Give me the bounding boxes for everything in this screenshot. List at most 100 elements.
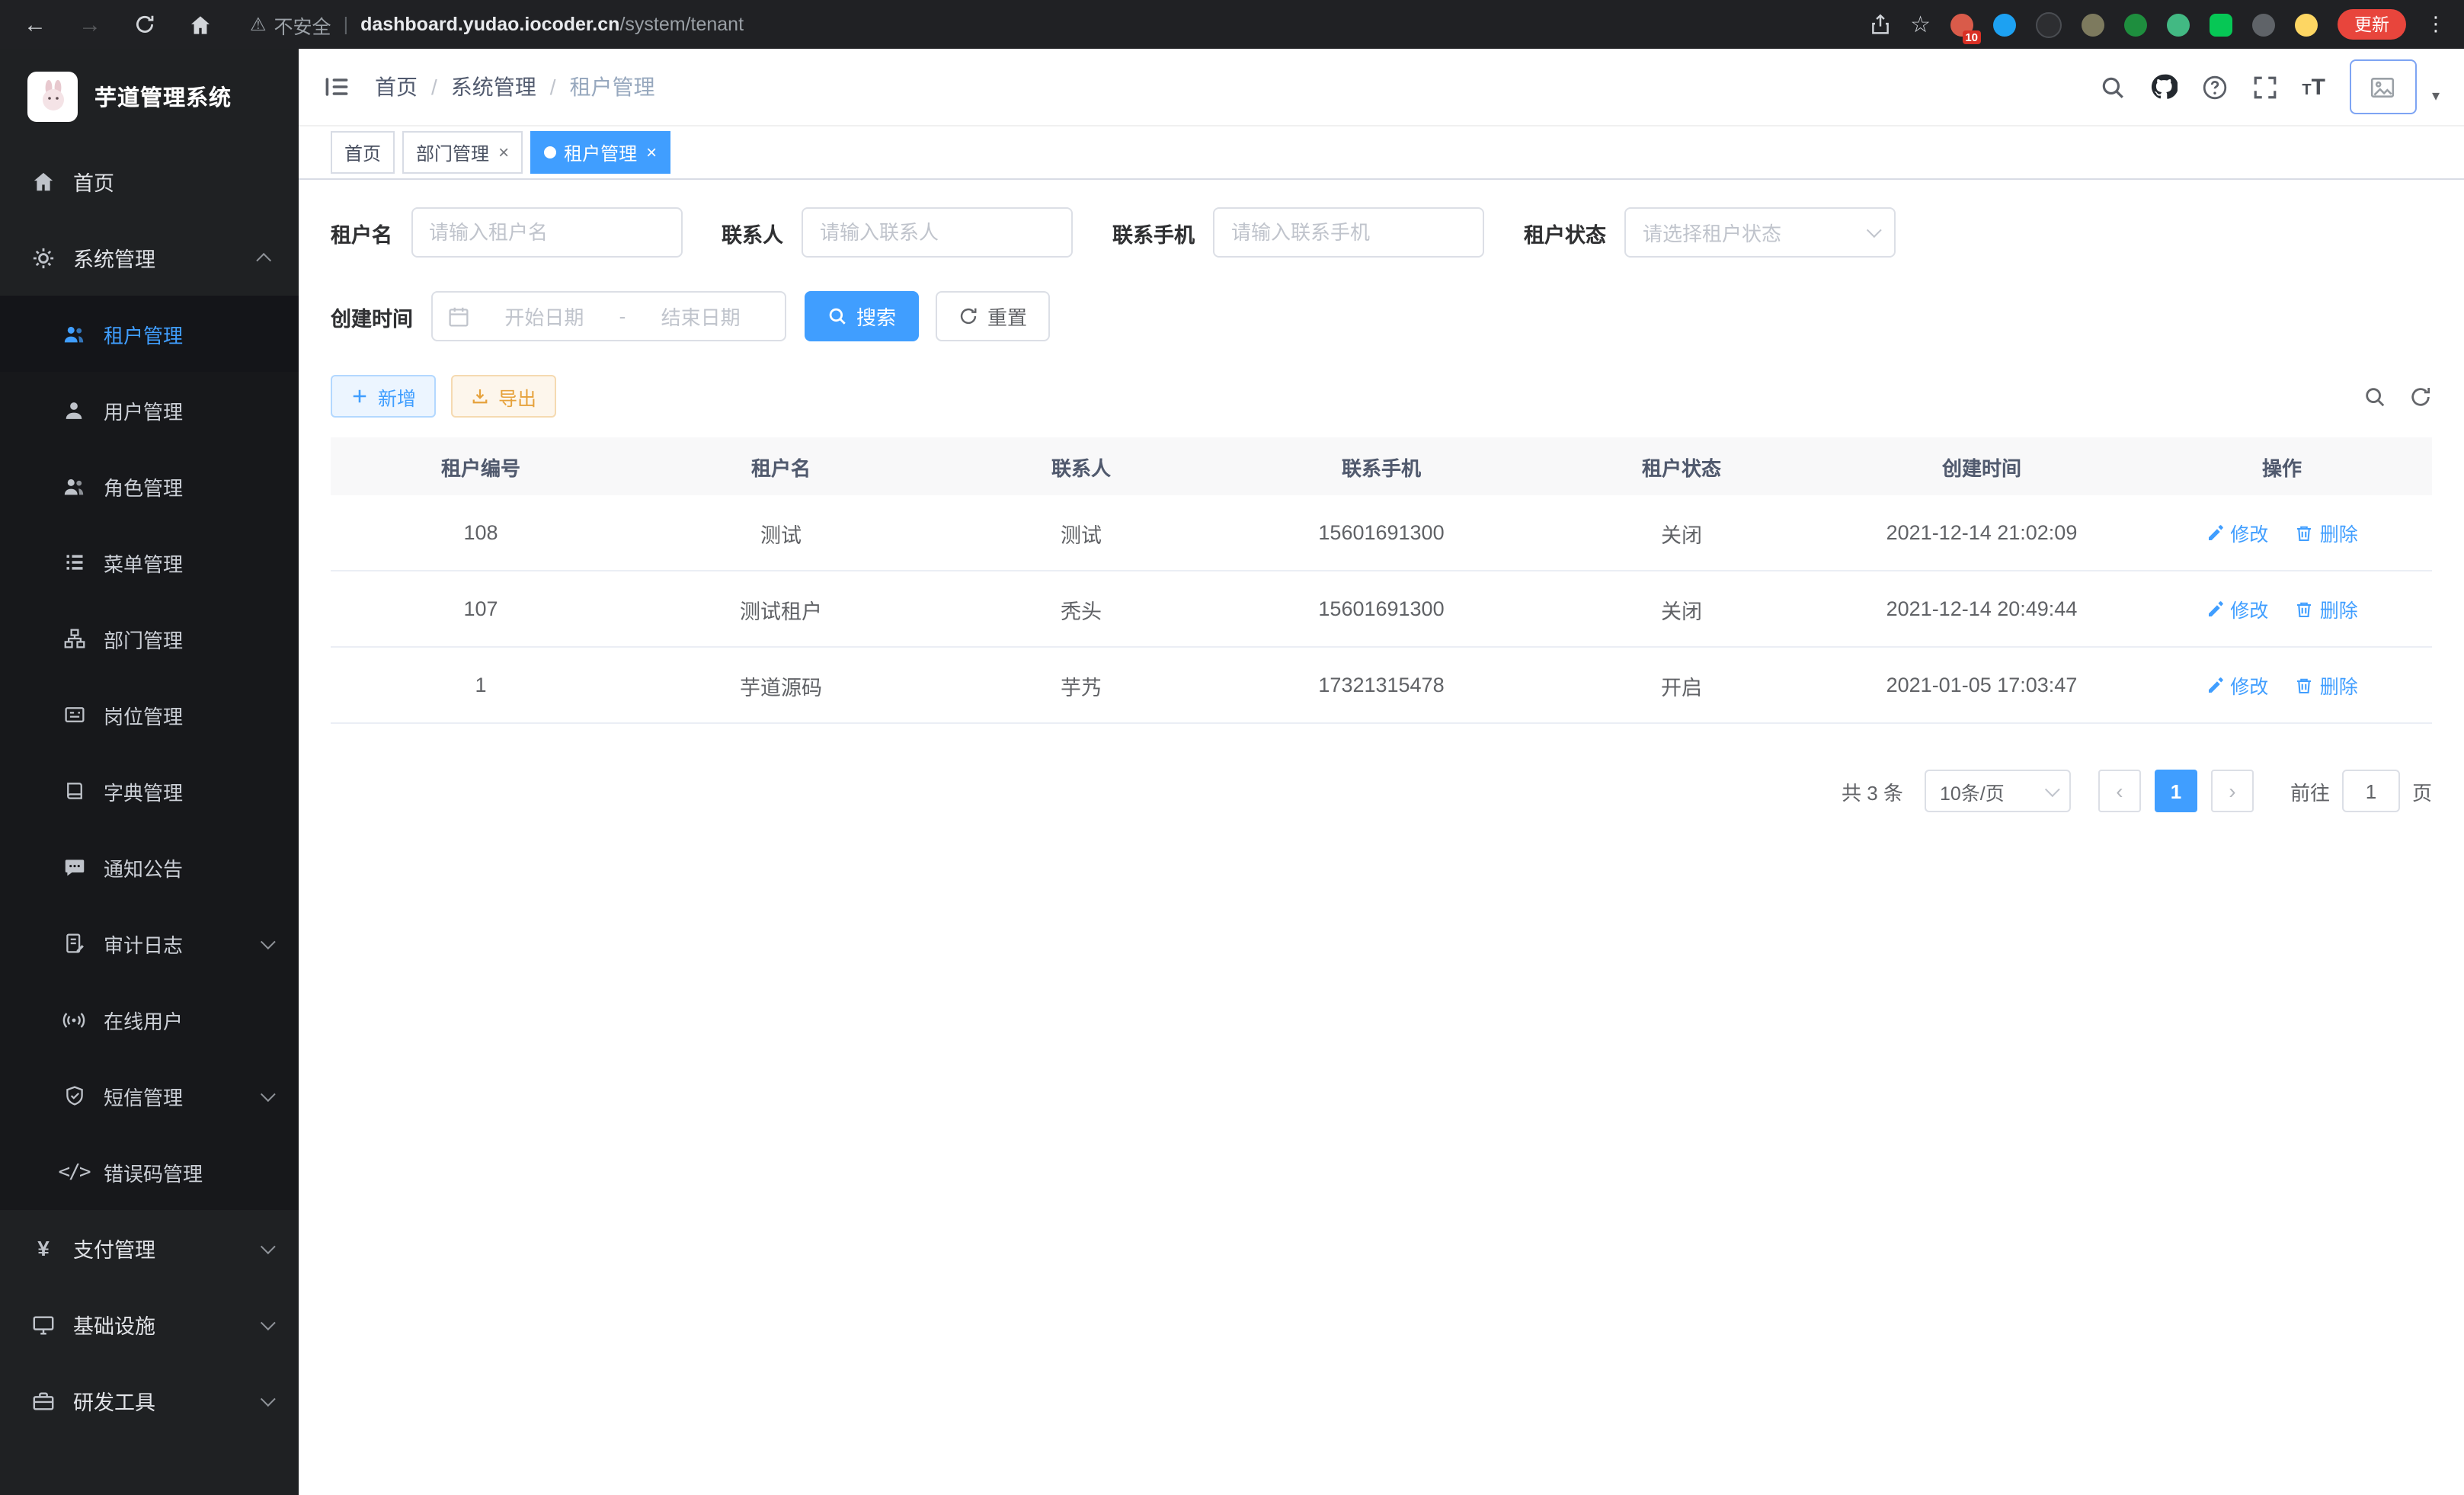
prev-page-button[interactable]: ‹ [2098, 770, 2141, 812]
avatar[interactable] [2350, 59, 2417, 114]
cell-created: 2021-01-05 17:03:47 [1832, 647, 2132, 723]
tab-label: 首页 [344, 139, 381, 165]
export-button[interactable]: 导出 [451, 375, 556, 418]
extension-icon-1[interactable]: 10 [1950, 13, 1973, 36]
tags-view: 首页 部门管理 × 租户管理 × [299, 126, 2464, 180]
extension-badge: 10 [1962, 30, 1981, 43]
contact-input[interactable] [802, 207, 1073, 258]
extension-icon-6[interactable] [2167, 13, 2190, 36]
tab-home[interactable]: 首页 [331, 131, 395, 174]
date-range-picker[interactable]: 开始日期 - 结束日期 [431, 291, 786, 341]
phone-input[interactable] [1213, 207, 1484, 258]
cell-actions: 修改 删除 [2132, 571, 2432, 647]
logo-image [27, 71, 78, 121]
edit-link[interactable]: 修改 [2206, 594, 2268, 623]
tab-tenant[interactable]: 租户管理 × [530, 131, 670, 174]
sidebar-item-error-code[interactable]: </> 错误码管理 [0, 1134, 299, 1210]
search-button-label: 搜索 [856, 302, 896, 331]
sidebar-item-label: 错误码管理 [104, 1157, 203, 1186]
status-select[interactable]: 请选择租户状态 [1624, 207, 1896, 258]
edit-label: 修改 [2230, 594, 2268, 623]
delete-link[interactable]: 删除 [2296, 518, 2358, 547]
toggle-search-icon[interactable] [2363, 385, 2386, 408]
search-icon[interactable] [2099, 74, 2125, 100]
sidebar-item-tenant[interactable]: 租户管理 [0, 296, 299, 372]
reset-button[interactable]: 重置 [936, 291, 1050, 341]
address-divider: | [344, 14, 349, 35]
close-icon[interactable]: × [646, 143, 657, 162]
close-icon[interactable]: × [498, 143, 509, 162]
sidebar-item-role[interactable]: 角色管理 [0, 448, 299, 524]
sidebar-item-notice[interactable]: 通知公告 [0, 829, 299, 905]
gear-icon [30, 245, 56, 271]
add-button[interactable]: 新增 [331, 375, 436, 418]
code-icon: </> [61, 1159, 87, 1185]
delete-link[interactable]: 删除 [2296, 671, 2358, 699]
chrome-update-button[interactable]: 更新 [2338, 9, 2406, 40]
sidebar-item-menu[interactable]: 菜单管理 [0, 524, 299, 600]
caret-down-icon[interactable]: ▾ [2432, 88, 2440, 105]
sidebar-item-devtools[interactable]: 研发工具 [0, 1362, 299, 1439]
table-row: 108 测试 测试 15601691300 关闭 2021-12-14 21:0… [331, 495, 2432, 571]
font-size-icon[interactable]: TT [2302, 75, 2325, 98]
extension-icon-7[interactable] [2210, 13, 2232, 36]
forward-icon[interactable]: → [73, 8, 107, 41]
sidebar-item-dept[interactable]: 部门管理 [0, 600, 299, 677]
sidebar-item-home[interactable]: 首页 [0, 143, 299, 219]
extension-icon-9[interactable] [2295, 13, 2318, 36]
cell-created: 2021-12-14 20:49:44 [1832, 571, 2132, 647]
next-page-button[interactable]: › [2211, 770, 2254, 812]
edit-link[interactable]: 修改 [2206, 671, 2268, 699]
sidebar-item-sms[interactable]: 短信管理 [0, 1058, 299, 1134]
goto-page-input[interactable] [2342, 770, 2400, 812]
sidebar-item-post[interactable]: 岗位管理 [0, 677, 299, 753]
chrome-menu-icon[interactable]: ⋮ [2426, 12, 2446, 37]
breadcrumb-home[interactable]: 首页 [375, 72, 418, 102]
sidebar-item-system[interactable]: 系统管理 [0, 219, 299, 296]
sidebar-item-audit-log[interactable]: 审计日志 [0, 905, 299, 981]
delete-link[interactable]: 删除 [2296, 594, 2358, 623]
home-menu-icon [30, 168, 56, 194]
edit-link[interactable]: 修改 [2206, 518, 2268, 547]
sidebar-item-dict[interactable]: 字典管理 [0, 753, 299, 829]
bookmark-star-icon[interactable]: ☆ [1910, 11, 1931, 38]
sidebar-item-infra[interactable]: 基础设施 [0, 1286, 299, 1362]
refresh-icon[interactable] [2409, 385, 2432, 408]
sidebar-item-label: 用户管理 [104, 395, 183, 424]
breadcrumb-current: 租户管理 [570, 72, 655, 102]
reload-icon[interactable] [128, 8, 162, 41]
cell-tenant-id: 108 [331, 495, 631, 571]
table-row: 107 测试租户 秃头 15601691300 关闭 2021-12-14 20… [331, 571, 2432, 647]
sidebar-item-pay[interactable]: ¥ 支付管理 [0, 1210, 299, 1286]
home-icon[interactable] [183, 8, 216, 41]
page-unit-label: 页 [2412, 776, 2432, 805]
cell-contact: 秃头 [931, 571, 1231, 647]
help-icon[interactable] [2201, 74, 2227, 100]
font-size-small-t: T [2302, 83, 2311, 98]
sidebar-item-user[interactable]: 用户管理 [0, 372, 299, 448]
breadcrumb-system[interactable]: 系统管理 [451, 72, 536, 102]
yen-icon: ¥ [30, 1235, 56, 1261]
monitor-icon [30, 1311, 56, 1337]
github-icon[interactable] [2149, 73, 2177, 101]
sidebar-fold-icon[interactable] [323, 73, 350, 101]
current-page[interactable]: 1 [2155, 770, 2197, 812]
address-bar[interactable]: ⚠ 不安全 | dashboard.yudao.iocoder.cn/syste… [250, 10, 744, 39]
extension-icon-5[interactable] [2124, 13, 2147, 36]
extension-icon-3[interactable] [2036, 11, 2062, 37]
tenant-name-input[interactable] [411, 207, 682, 258]
extension-icon-2[interactable] [1993, 13, 2016, 36]
sidebar-item-label: 首页 [73, 166, 114, 197]
page-size-select[interactable]: 10条/页 [1925, 770, 2071, 812]
share-icon[interactable] [1869, 14, 1890, 35]
extension-icon-4[interactable] [2082, 13, 2104, 36]
breadcrumb-separator: / [550, 75, 556, 99]
chrome-toolbar-right: ☆ 10 更新 ⋮ [1869, 9, 2446, 40]
fullscreen-icon[interactable] [2251, 74, 2277, 100]
search-button[interactable]: 搜索 [805, 291, 919, 341]
sidebar-item-online-user[interactable]: 在线用户 [0, 981, 299, 1058]
extension-icon-8[interactable] [2252, 13, 2275, 36]
back-icon[interactable]: ← [18, 8, 52, 41]
tab-dept[interactable]: 部门管理 × [402, 131, 523, 174]
app-title: 芋道管理系统 [94, 80, 232, 112]
